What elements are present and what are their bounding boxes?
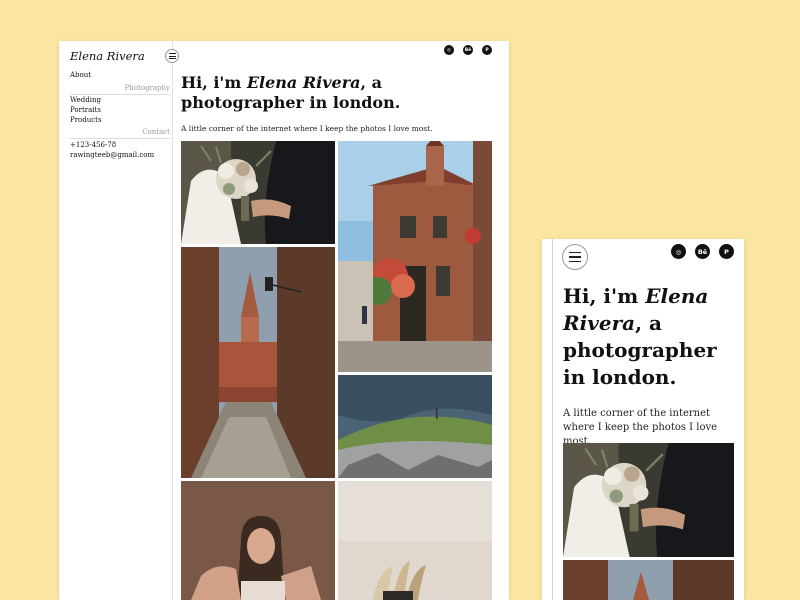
sidebar-divider [172,41,173,600]
instagram-icon[interactable]: ◎ [444,45,454,55]
gallery-photo-coastal-cliff[interactable] [338,375,492,478]
gallery-photo-brick-house-street[interactable] [338,141,492,372]
nav-link-wedding[interactable]: Wedding [70,96,101,104]
hamburger-icon [569,252,581,254]
hero-tagline: A little corner of the internet where I … [181,124,433,133]
nav-heading-photography: Photography [124,84,170,92]
hero-heading: Hi, i'm Elena Rivera, a photographer in … [181,73,401,112]
brand-logo[interactable]: Elena Rivera [70,49,145,63]
behance-icon[interactable]: Bē [695,244,710,259]
gallery-photo-dried-flowers-vase[interactable] [338,481,492,600]
nav-link-portraits[interactable]: Portraits [70,106,101,114]
mobile-social-links: ◎ Bē P [671,244,734,259]
mobile-left-border [552,239,553,600]
mobile-menu-toggle-button[interactable] [562,244,588,270]
mobile-gallery-photo-wedding-bouquet[interactable] [563,443,734,557]
pinterest-icon[interactable]: P [719,244,734,259]
hamburger-icon [168,53,176,54]
gallery-photo-church-alley[interactable] [181,247,335,478]
contact-email[interactable]: rawingteeb@gmail.com [70,151,154,159]
pinterest-icon[interactable]: P [482,45,492,55]
sidebar: Elena Rivera About Photography Wedding P… [59,41,179,600]
contact-phone[interactable]: +123-456-78 [70,141,116,149]
nav-heading-contact: Contact [142,128,170,136]
menu-toggle-button[interactable] [165,49,179,63]
instagram-icon[interactable]: ◎ [671,244,686,259]
nav-link-products[interactable]: Products [70,116,102,124]
social-links: ◎ Bē P [444,45,492,55]
mobile-gallery-photo-church-alley[interactable] [563,560,734,600]
nav-divider [70,94,170,95]
nav-divider [70,138,170,139]
gallery-photo-woman-portrait[interactable] [181,481,335,600]
gallery-photo-wedding-bouquet[interactable] [181,141,335,244]
nav-link-about[interactable]: About [70,71,91,79]
behance-icon[interactable]: Bē [463,45,473,55]
mobile-hero-heading: Hi, i'm Elena Rivera, a photographer in … [563,284,717,389]
mobile-mockup: ◎ Bē P Hi, i'm Elena Rivera, a photograp… [542,239,744,600]
desktop-mockup: Elena Rivera About Photography Wedding P… [59,41,509,600]
